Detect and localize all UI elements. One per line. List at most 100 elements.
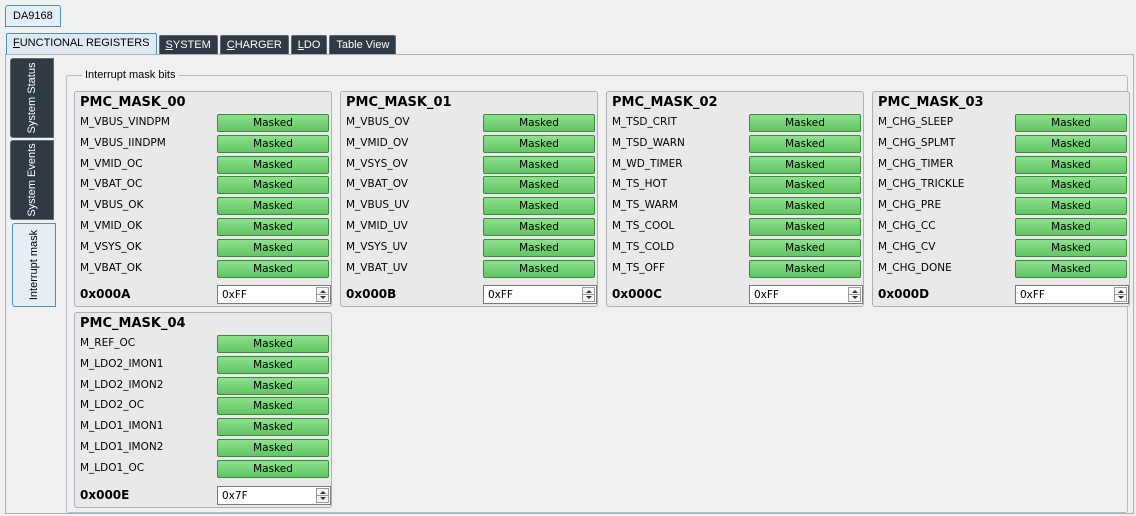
mask-toggle-button[interactable]: Masked: [217, 114, 329, 132]
mask-toggle-button[interactable]: Masked: [217, 418, 329, 437]
tab-system[interactable]: SYSTEM: [158, 35, 218, 55]
mask-toggle-button[interactable]: Masked: [1015, 259, 1127, 278]
mask-toggle-button[interactable]: Masked: [749, 134, 861, 153]
mask-bit-label: M_TS_COOL: [612, 220, 675, 232]
mask-bit-row: M_LDO2_IMON1 Masked: [80, 355, 330, 374]
spin-arrows-icon[interactable]: [316, 287, 329, 303]
mask-bit-row: M_TSD_CRIT Masked: [612, 114, 862, 132]
mask-toggle-button[interactable]: Masked: [217, 218, 329, 236]
register-title: PMC_MASK_04: [80, 316, 186, 331]
mask-toggle-button[interactable]: Masked: [483, 176, 595, 195]
register-value-spinbox[interactable]: 0x7F: [217, 485, 331, 505]
side-tab-system-status[interactable]: System Status: [10, 58, 54, 138]
mask-toggle-button[interactable]: Masked: [217, 238, 329, 257]
mask-bit-label: M_VBAT_OV: [346, 178, 408, 191]
mask-toggle-button[interactable]: Masked: [1015, 197, 1127, 216]
mask-toggle-button[interactable]: Masked: [217, 459, 329, 478]
mask-toggle-button[interactable]: Masked: [217, 376, 329, 395]
mask-bit-row: M_TS_HOT Masked: [612, 176, 862, 195]
mask-toggle-button[interactable]: Masked: [749, 238, 861, 257]
mask-toggle-button[interactable]: Masked: [483, 259, 595, 278]
mask-toggle-button[interactable]: Masked: [483, 238, 595, 257]
mask-toggle-button[interactable]: Masked: [1015, 218, 1127, 236]
register-value: 0xFF: [488, 289, 513, 302]
mask-toggle-button[interactable]: Masked: [483, 134, 595, 153]
mask-toggle-button[interactable]: Masked: [217, 134, 329, 153]
mask-bit-label: M_CHG_TIMER: [878, 157, 954, 170]
mask-toggle-button[interactable]: Masked: [1015, 176, 1127, 195]
mask-bit-label: M_VBUS_IINDPM: [80, 136, 166, 149]
mask-toggle-button[interactable]: Masked: [483, 114, 595, 132]
register-address: 0x000C: [612, 287, 662, 302]
mask-toggle-button[interactable]: Masked: [217, 355, 329, 374]
mask-bit-label: M_LDO2_IMON1: [80, 357, 164, 370]
mask-bit-row: M_TS_OFF Masked: [612, 259, 862, 278]
mask-toggle-button[interactable]: Masked: [217, 259, 329, 278]
mask-bit-row: M_LDO1_IMON1 Masked: [80, 418, 330, 437]
register-value-spinbox[interactable]: 0xFF: [217, 285, 331, 305]
mask-bit-label: M_VBAT_OC: [80, 178, 143, 191]
mask-bit-row: M_VSYS_OK Masked: [80, 238, 330, 257]
mask-bit-row: M_VBAT_UV Masked: [346, 259, 596, 278]
side-tab-label: Interrupt mask: [28, 229, 40, 301]
mask-bit-label: M_TS_HOT: [612, 178, 668, 191]
register-panel: PMC_MASK_01 M_VBUS_OV Masked M_VMID_OV Maske…: [340, 91, 598, 308]
mask-toggle-button[interactable]: Masked: [1015, 238, 1127, 257]
mask-toggle-button[interactable]: Masked: [483, 218, 595, 236]
mask-bit-row: M_CHG_TRICKLE Masked: [878, 176, 1128, 195]
spin-arrows-icon[interactable]: [848, 287, 861, 303]
tab-charger[interactable]: CHARGER: [219, 35, 289, 55]
tab-ldo[interactable]: LDO: [290, 35, 328, 55]
mask-toggle-button[interactable]: Masked: [217, 397, 329, 416]
mask-toggle-button[interactable]: Masked: [749, 218, 861, 236]
mask-toggle-button[interactable]: Masked: [217, 176, 329, 195]
mask-bit-row: M_LDO1_OC Masked: [80, 459, 330, 478]
mask-toggle-button[interactable]: Masked: [749, 197, 861, 216]
mask-toggle-button[interactable]: Masked: [1015, 114, 1127, 132]
tab-functional-registers[interactable]: FUNCTIONAL REGISTERS: [6, 33, 157, 55]
device-tab[interactable]: DA9168: [5, 5, 61, 27]
mask-bit-label: M_TS_COLD: [612, 240, 675, 253]
mask-bit-row: M_LDO1_IMON2 Masked: [80, 439, 330, 457]
side-tab-system-events[interactable]: System Events: [10, 140, 54, 220]
mask-toggle-button[interactable]: Masked: [749, 155, 861, 174]
mask-bit-label: M_CHG_TRICKLE: [878, 178, 965, 191]
mask-bit-row: M_TS_WARM Masked: [612, 197, 862, 216]
mask-bit-row: M_CHG_DONE Masked: [878, 259, 1128, 278]
register-value-spinbox[interactable]: 0xFF: [1015, 285, 1129, 305]
mask-bit-label: M_TS_OFF: [612, 261, 665, 274]
register-address: 0x000D: [878, 287, 930, 302]
mask-bit-row: M_VBUS_VINDPM Masked: [80, 114, 330, 132]
mask-toggle-button[interactable]: Masked: [217, 155, 329, 174]
mask-bit-row: M_CHG_CV Masked: [878, 238, 1128, 257]
spin-arrows-icon[interactable]: [316, 487, 329, 503]
mask-toggle-button[interactable]: Masked: [217, 439, 329, 457]
register-value: 0xFF: [754, 289, 779, 302]
mask-bit-row: M_VMID_UV Masked: [346, 218, 596, 236]
mask-toggle-button[interactable]: Masked: [217, 197, 329, 216]
mask-toggle-button[interactable]: Masked: [749, 176, 861, 195]
mask-bit-label: M_VBAT_OK: [80, 261, 142, 274]
tab-table-view[interactable]: Table View: [329, 35, 397, 55]
tab-label: UNCTIONAL REGISTERS: [19, 37, 150, 49]
spin-arrows-icon[interactable]: [582, 287, 595, 303]
tab-label: DO: [303, 39, 321, 51]
spin-arrows-icon[interactable]: [1114, 287, 1127, 303]
register-value-spinbox[interactable]: 0xFF: [483, 285, 597, 305]
mask-toggle-button[interactable]: Masked: [483, 155, 595, 174]
mask-toggle-button[interactable]: Masked: [1015, 134, 1127, 153]
mask-bit-row: M_CHG_PRE Masked: [878, 197, 1128, 216]
mask-bit-label: M_LDO2_OC: [80, 399, 145, 412]
mask-toggle-button[interactable]: Masked: [483, 197, 595, 216]
register-value: 0xFF: [1020, 289, 1045, 302]
mask-toggle-button[interactable]: Masked: [749, 259, 861, 278]
mask-toggle-button[interactable]: Masked: [749, 114, 861, 132]
top-tab-bar: FUNCTIONAL REGISTERS SYSTEM CHARGER LDO …: [6, 33, 398, 55]
mask-toggle-button[interactable]: Masked: [217, 335, 329, 353]
mask-toggle-button[interactable]: Masked: [1015, 155, 1127, 174]
side-tab-interrupt-mask[interactable]: Interrupt mask: [12, 223, 56, 307]
register-panel: PMC_MASK_04 M_REF_OC Masked M_LDO2_IMON1 Mas…: [74, 312, 332, 508]
tab-mnemonic: F: [13, 37, 20, 49]
mask-bit-label: M_VSYS_UV: [346, 240, 408, 253]
register-value-spinbox[interactable]: 0xFF: [749, 285, 863, 305]
